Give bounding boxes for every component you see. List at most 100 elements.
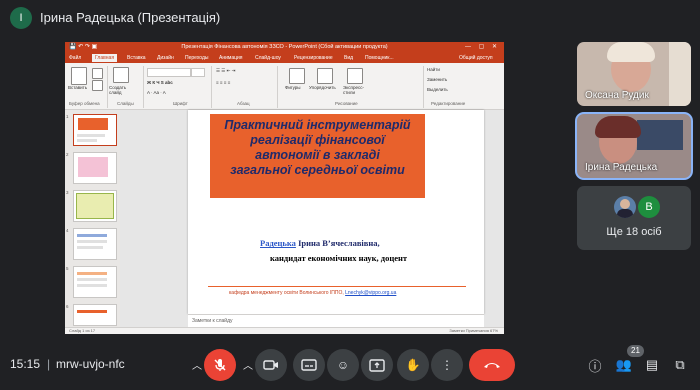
- people-button[interactable]: 👥: [614, 355, 634, 375]
- camera-toggle-button[interactable]: [255, 349, 287, 381]
- info-icon: ⓘ: [588, 358, 602, 374]
- cut-icon[interactable]: [92, 68, 103, 79]
- slide-thumbnail[interactable]: [73, 266, 117, 298]
- quick-styles-icon[interactable]: [347, 68, 363, 84]
- more-options-button[interactable]: ⋮: [431, 349, 463, 381]
- tab-review[interactable]: Рецензирование: [294, 54, 333, 62]
- meeting-details-button[interactable]: ⓘ: [585, 355, 605, 375]
- tab-insert[interactable]: Вставка: [127, 54, 146, 62]
- slide-thumbnail[interactable]: [73, 190, 117, 222]
- font-color-buttons[interactable]: A · Aa · A: [147, 90, 166, 95]
- paragraph-align-buttons[interactable]: ≡ ≡ ≡ ≡: [216, 80, 230, 85]
- status-slide-count: Слайд 1 из 17: [69, 328, 96, 333]
- presentation-title: Ірина Радецька (Презентація): [40, 10, 221, 25]
- participants-count-badge: 21: [627, 345, 644, 357]
- present-button[interactable]: [361, 349, 393, 381]
- end-call-button[interactable]: [469, 349, 515, 381]
- font-size-box[interactable]: [191, 68, 205, 77]
- participant-name: Оксана Рудик: [585, 90, 649, 101]
- search-hint[interactable]: Помощник...: [365, 54, 394, 62]
- thumb-number: 1: [66, 114, 69, 119]
- arrange-icon[interactable]: [317, 68, 333, 84]
- top-bar: І Ірина Радецька (Презентація): [0, 0, 700, 36]
- thumb-number: 2: [66, 152, 69, 157]
- font-style-buttons[interactable]: Ж К Ч S abc: [147, 80, 173, 85]
- author-name: Ірина В’ячеславівна,: [295, 238, 380, 248]
- shapes-label: Фигуры: [285, 85, 301, 90]
- slide-thumbnail[interactable]: [73, 152, 117, 184]
- tab-animation[interactable]: Анимация: [219, 54, 242, 62]
- chat-button[interactable]: ▤: [642, 355, 662, 375]
- mic-off-icon: [214, 359, 226, 371]
- participant-hair: [607, 42, 655, 62]
- replace-button[interactable]: Заменить: [427, 77, 447, 82]
- thumb-number: 6: [66, 304, 69, 309]
- more-options-icon: ⋮: [441, 358, 453, 372]
- participant-avatar: B: [638, 196, 660, 218]
- slide-title-line: загальної середньої освіти: [230, 163, 405, 177]
- meeting-code: mrw-uvjo-nfc: [56, 357, 125, 371]
- shared-screen: 💾 ↶ ↷ ▣ Презентація Фінансова автономія …: [65, 42, 504, 334]
- group-paragraph: Абзац: [237, 101, 250, 106]
- paste-icon[interactable]: [71, 67, 87, 85]
- participant-background: [637, 120, 683, 150]
- powerpoint-titlebar: 💾 ↶ ↷ ▣ Презентація Фінансова автономія …: [65, 42, 504, 53]
- slide-title: Практичний інструментарій реалізації фін…: [210, 118, 425, 178]
- font-name-box[interactable]: [147, 68, 191, 77]
- clock: 15:15: [10, 357, 41, 371]
- tab-file[interactable]: Файл: [69, 54, 81, 62]
- group-drawing: Рисование: [335, 101, 358, 106]
- participant-tile[interactable]: Ірина Радецька: [577, 114, 691, 178]
- more-participants-tile[interactable]: [577, 186, 691, 250]
- slide-title-line: автономії в закладі: [255, 148, 380, 162]
- shapes-icon[interactable]: [289, 68, 305, 84]
- quick-styles-label: Экспресс-стили: [343, 85, 364, 95]
- notes-pane[interactable]: Заметки к слайду: [188, 314, 484, 327]
- tab-slideshow[interactable]: Слайд-шоу: [255, 54, 281, 62]
- powerpoint-statusbar: Слайд 1 из 17 Заметки Примечания 67%: [65, 327, 504, 334]
- participant-name: Ірина Радецька: [585, 162, 658, 173]
- slide-thumbnail[interactable]: [73, 228, 117, 260]
- activities-icon: ⧉: [675, 357, 685, 372]
- thumb-number: 4: [66, 228, 69, 233]
- tab-home[interactable]: Главная: [92, 54, 118, 62]
- mic-toggle-button[interactable]: [204, 349, 236, 381]
- captions-button[interactable]: [293, 349, 325, 381]
- tab-view[interactable]: Вид: [344, 54, 353, 62]
- group-editing: Редактирование: [431, 101, 466, 106]
- footer-email[interactable]: Lnechyk@vippo.org.ua: [345, 290, 396, 296]
- current-slide[interactable]: Практичний інструментарій реалізації фін…: [188, 110, 484, 314]
- participant-avatar: [614, 196, 636, 218]
- quick-access-icons[interactable]: 💾 ↶ ↷ ▣: [69, 42, 97, 53]
- slide-thumbnail[interactable]: [73, 114, 117, 146]
- arrange-label: Упорядочить: [309, 85, 336, 90]
- new-slide-icon[interactable]: [113, 67, 129, 83]
- activities-button[interactable]: ⧉: [670, 355, 690, 375]
- ribbon: Вставить Создать слайд Ж К Ч S abc A · A…: [65, 63, 504, 110]
- paste-label: Вставить: [68, 85, 88, 90]
- camera-icon: [263, 360, 278, 370]
- participant-tile[interactable]: Оксана Рудик: [577, 42, 691, 106]
- find-button[interactable]: Найти: [427, 67, 440, 72]
- select-button[interactable]: Выделить: [427, 87, 448, 92]
- copy-icon[interactable]: [92, 80, 103, 91]
- status-view-zoom[interactable]: Заметки Примечания 67%: [449, 328, 498, 334]
- window-controls[interactable]: — ▢ ✕: [465, 42, 500, 53]
- slide-author: Радецька Ірина В’ячеславівна,: [260, 238, 380, 248]
- separator: |: [47, 357, 51, 371]
- emoji-button[interactable]: ☺: [327, 349, 359, 381]
- chevron-up-icon[interactable]: ︿: [192, 357, 202, 372]
- paragraph-list-buttons[interactable]: ☰ ☰ ⇤ ⇥: [216, 68, 235, 74]
- raise-hand-button[interactable]: ✋: [397, 349, 429, 381]
- tab-design[interactable]: Дизайн: [157, 54, 174, 62]
- tab-transitions[interactable]: Переходы: [185, 54, 208, 62]
- chevron-up-icon[interactable]: ︿: [243, 357, 253, 372]
- slide-thumbnails: 1 2 3 4 5 6: [65, 110, 120, 327]
- slide-title-line: Практичний інструментарій: [224, 118, 411, 132]
- slide-divider: [208, 286, 466, 287]
- share-button[interactable]: Общий доступ: [459, 54, 493, 62]
- slide-footer: кафедра менеджменту освіти Волинського І…: [229, 290, 396, 296]
- slide-thumbnail[interactable]: [73, 304, 117, 326]
- slide-title-line: реалізації фінансової: [250, 133, 385, 147]
- slide-editor: Практичний інструментарій реалізації фін…: [120, 110, 504, 334]
